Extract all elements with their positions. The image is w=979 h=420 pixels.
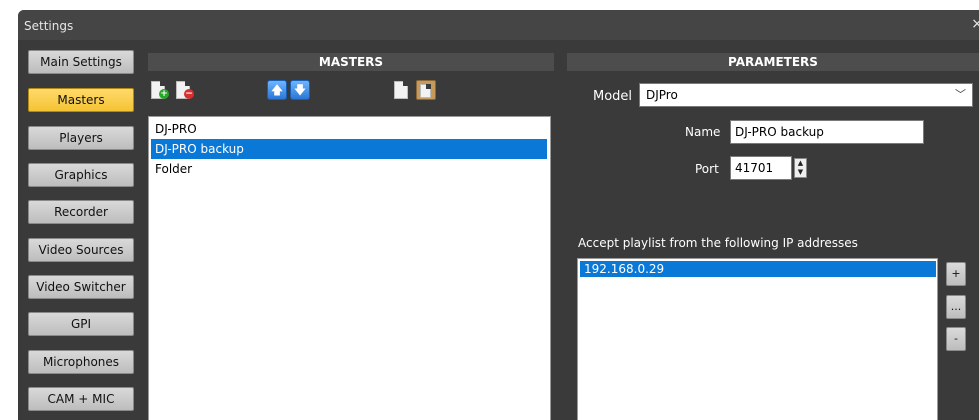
masters-header: MASTERS: [148, 53, 554, 71]
masters-list[interactable]: DJ-PRO DJ-PRO backup Folder: [148, 116, 551, 420]
sidebar-item-main-settings[interactable]: Main Settings: [28, 50, 134, 74]
ip-caption: Accept playlist from the following IP ad…: [578, 236, 858, 250]
name-label: Name: [685, 125, 721, 139]
paste-button[interactable]: [416, 80, 436, 100]
sidebar-item-cam-mic[interactable]: CAM + MIC: [28, 387, 134, 411]
port-stepper[interactable]: ▲ ▼: [794, 158, 807, 178]
sidebar-item-video-sources[interactable]: Video Sources: [28, 238, 134, 262]
copy-icon: [394, 81, 408, 99]
sidebar-item-video-switcher[interactable]: Video Switcher: [28, 275, 134, 299]
model-value: DJPro: [646, 88, 678, 102]
model-label: Model: [593, 89, 633, 104]
title-bar: Settings ×: [18, 10, 979, 40]
move-up-button[interactable]: 🡅: [267, 80, 287, 100]
window-title: Settings: [24, 19, 74, 33]
add-ip-button[interactable]: +: [946, 262, 966, 286]
settings-window: Settings × Main Settings Masters Players…: [18, 10, 979, 420]
spin-down-icon[interactable]: ▼: [795, 168, 806, 177]
list-item[interactable]: 192.168.0.29: [580, 261, 936, 277]
list-item[interactable]: DJ-PRO backup: [151, 139, 547, 159]
remove-ip-button[interactable]: -: [946, 327, 966, 351]
sidebar-item-graphics[interactable]: Graphics: [28, 163, 134, 187]
remove-master-button[interactable]: −: [175, 80, 195, 100]
port-label: Port: [695, 162, 719, 176]
port-field[interactable]: 41701: [730, 156, 792, 180]
add-master-button[interactable]: +: [150, 80, 170, 100]
model-select[interactable]: DJPro ﹀: [639, 83, 973, 107]
sidebar-item-players[interactable]: Players: [28, 126, 134, 150]
sidebar-item-gpi[interactable]: GPI: [28, 312, 134, 336]
move-down-button[interactable]: 🡇: [290, 80, 310, 100]
paste-icon: [420, 84, 431, 98]
plus-icon: +: [159, 89, 169, 99]
close-icon[interactable]: ×: [971, 16, 979, 32]
list-item[interactable]: DJ-PRO: [151, 119, 547, 139]
arrow-down-icon: 🡇: [293, 83, 307, 97]
sidebar-item-microphones[interactable]: Microphones: [28, 350, 134, 374]
ip-address-list[interactable]: 192.168.0.29: [577, 258, 938, 420]
copy-button[interactable]: [392, 80, 412, 100]
edit-ip-button[interactable]: ...: [946, 295, 966, 319]
arrow-up-icon: 🡅: [270, 83, 284, 97]
list-item[interactable]: Folder: [151, 159, 547, 179]
sidebar: Main Settings Masters Players Graphics R…: [18, 40, 140, 420]
minus-icon: −: [184, 89, 194, 99]
chevron-down-icon: ﹀: [955, 88, 966, 101]
spin-up-icon[interactable]: ▲: [795, 159, 806, 168]
sidebar-item-masters[interactable]: Masters: [28, 88, 134, 112]
sidebar-item-recorder[interactable]: Recorder: [28, 200, 134, 224]
name-field[interactable]: DJ-PRO backup: [730, 120, 924, 144]
parameters-header: PARAMETERS: [567, 53, 979, 71]
